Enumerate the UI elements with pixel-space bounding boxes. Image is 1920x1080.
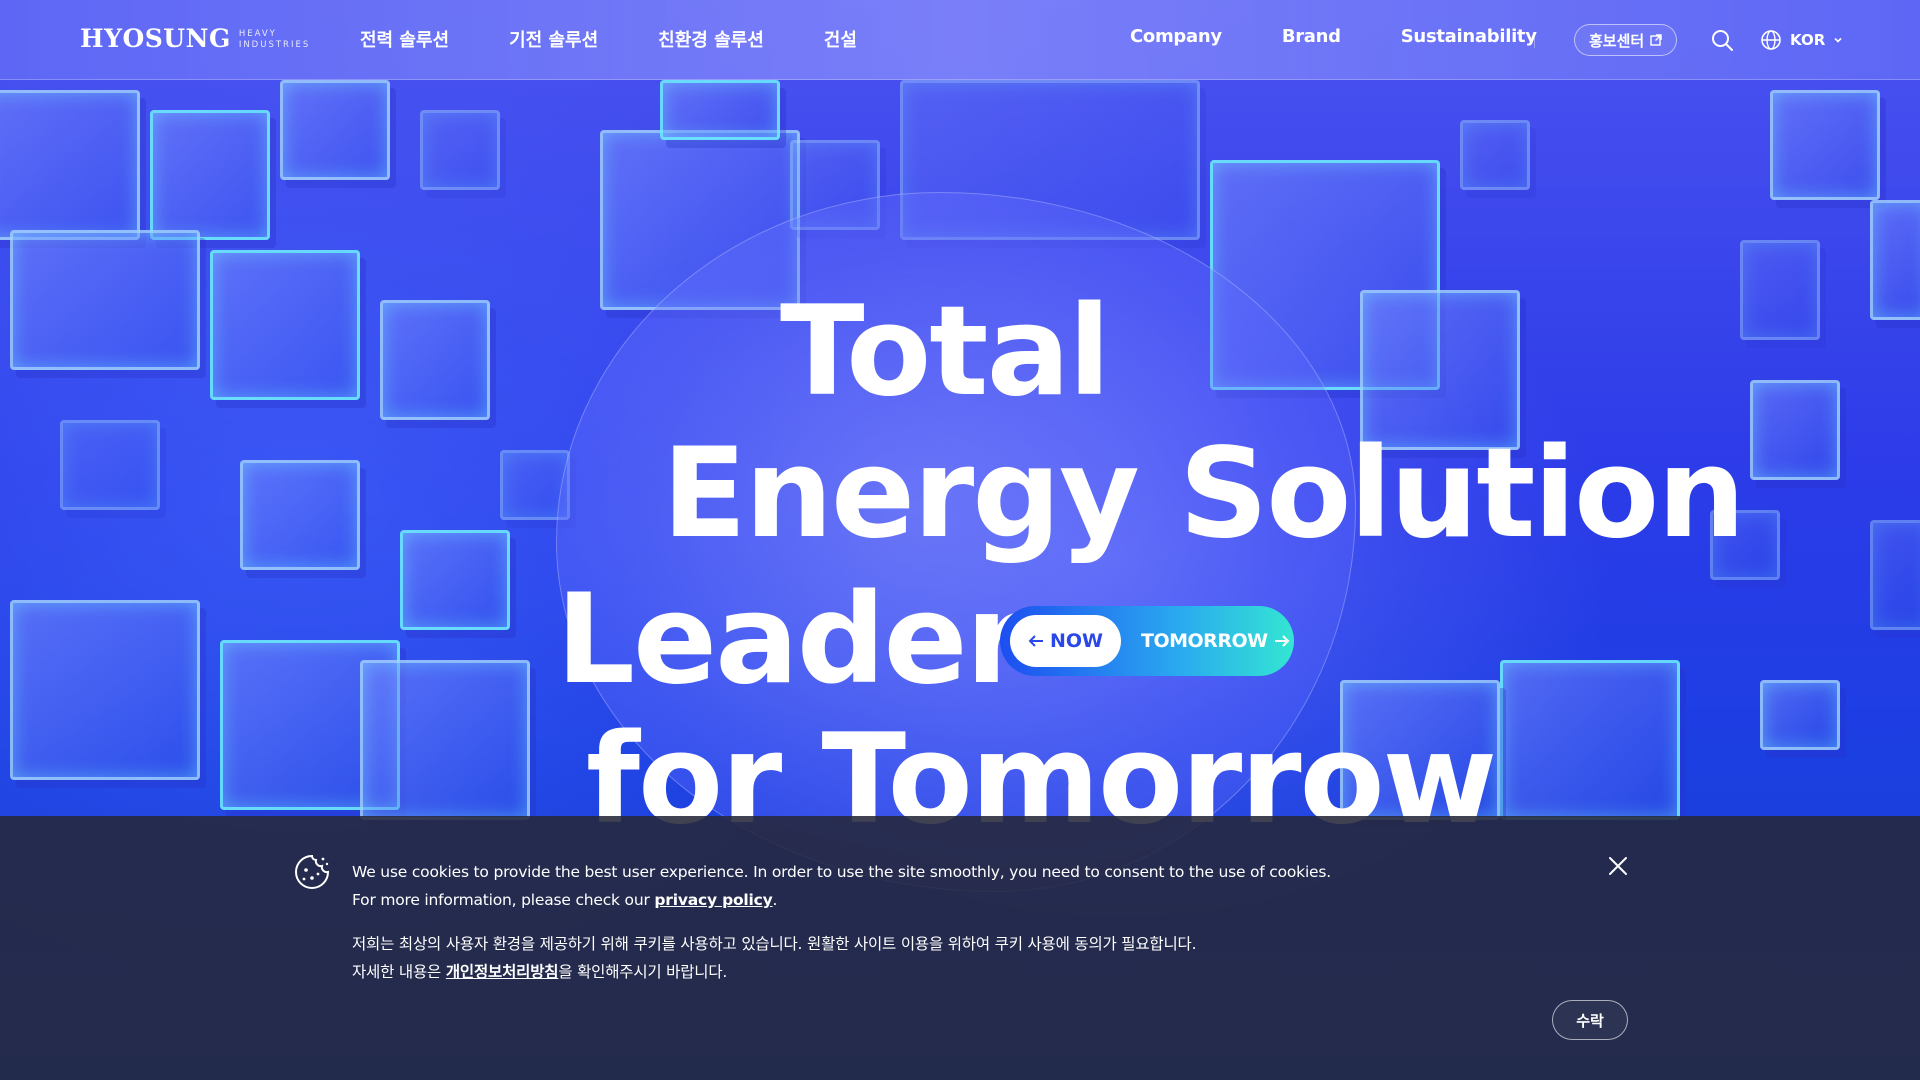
tomorrow-label: TOMORROW bbox=[1141, 630, 1268, 652]
hyosung-logo[interactable]: HYOSUNG HEAVY INDUSTRIES bbox=[80, 24, 310, 53]
logo-wordmark: HYOSUNG bbox=[80, 24, 231, 53]
glass-cube bbox=[1870, 520, 1920, 630]
glass-cube bbox=[240, 460, 360, 570]
cookie-text-ko-suffix: 을 확인해주시기 바랍니다. bbox=[558, 963, 728, 981]
glass-cube bbox=[280, 80, 390, 180]
close-icon[interactable] bbox=[1606, 854, 1630, 878]
glass-cube bbox=[0, 90, 140, 240]
glass-cube bbox=[420, 110, 500, 190]
logo-sub-line1: HEAVY bbox=[238, 29, 277, 39]
glass-cube bbox=[1770, 90, 1880, 200]
external-link-icon bbox=[1650, 34, 1662, 46]
glass-cube bbox=[1500, 660, 1680, 820]
glass-cube bbox=[1760, 680, 1840, 750]
logo-sub-line2: INDUSTRIES bbox=[238, 40, 311, 50]
hero-title-line3: Leader bbox=[556, 568, 1027, 712]
cookie-text-en-suffix: . bbox=[772, 891, 778, 909]
secondary-nav: Company Brand Sustainability bbox=[1130, 26, 1597, 47]
tomorrow-button[interactable]: TOMORROW bbox=[1141, 630, 1290, 652]
cookie-message: We use cookies to provide the best user … bbox=[352, 858, 1552, 986]
privacy-policy-link-ko[interactable]: 개인정보처리방침 bbox=[446, 963, 559, 981]
pr-center-label: 홍보센터 bbox=[1589, 31, 1645, 50]
glass-cube bbox=[400, 530, 510, 630]
nav-sustainability[interactable]: Sustainability bbox=[1401, 26, 1537, 47]
cookie-text-en-line2: For more information, please check our p… bbox=[352, 886, 1552, 914]
chevron-down-icon bbox=[1834, 37, 1842, 43]
hero-title-line1: Total bbox=[780, 280, 1111, 424]
glass-cube bbox=[1460, 120, 1530, 190]
cookie-text-en-line1: We use cookies to provide the best user … bbox=[352, 863, 1331, 881]
now-tomorrow-toggle: NOW TOMORROW bbox=[1000, 606, 1294, 676]
nav-electromechanical-solution[interactable]: 기전 솔루션 bbox=[509, 26, 598, 52]
cookie-text-ko-line1: 저희는 최상의 사용자 환경을 제공하기 위해 쿠키를 사용하고 있습니다. 원… bbox=[352, 935, 1197, 953]
arrow-right-icon bbox=[1274, 635, 1289, 647]
accept-button[interactable]: 수락 bbox=[1552, 1000, 1628, 1040]
glass-cube bbox=[380, 300, 490, 420]
glass-cube bbox=[60, 420, 160, 510]
nav-brand[interactable]: Brand bbox=[1282, 26, 1341, 47]
nav-construction[interactable]: 건설 bbox=[824, 26, 857, 52]
hero-title-line2: Energy Solution bbox=[662, 422, 1746, 566]
glass-cube bbox=[1740, 240, 1820, 340]
nav-divider bbox=[1534, 32, 1535, 48]
language-selector[interactable]: KOR bbox=[1760, 28, 1843, 52]
glass-cube bbox=[10, 600, 200, 780]
nav-company[interactable]: Company bbox=[1130, 26, 1222, 47]
language-label: KOR bbox=[1790, 31, 1826, 49]
search-icon[interactable] bbox=[1710, 28, 1734, 52]
cookie-text-ko-prefix: 자세한 내용은 bbox=[352, 963, 446, 981]
glass-cube bbox=[1750, 380, 1840, 480]
nav-eco-solution[interactable]: 친환경 솔루션 bbox=[658, 26, 764, 52]
site-header: HYOSUNG HEAVY INDUSTRIES 전력 솔루션 기전 솔루션 친… bbox=[0, 0, 1920, 80]
cookie-icon bbox=[295, 854, 330, 889]
glass-cube bbox=[150, 110, 270, 240]
glass-cube bbox=[10, 230, 200, 370]
cookie-text-en-prefix: For more information, please check our bbox=[352, 891, 655, 909]
glass-cube bbox=[210, 250, 360, 400]
now-label: NOW bbox=[1050, 630, 1104, 652]
glass-cube bbox=[1870, 200, 1920, 320]
main-nav: 전력 솔루션 기전 솔루션 친환경 솔루션 건설 bbox=[360, 26, 917, 52]
cookie-banner: We use cookies to provide the best user … bbox=[0, 816, 1920, 1080]
cookie-text-ko-line2: 자세한 내용은 개인정보처리방침을 확인해주시기 바랍니다. bbox=[352, 958, 1552, 986]
cookie-text-spacer bbox=[352, 914, 1552, 930]
pr-center-button[interactable]: 홍보센터 bbox=[1574, 24, 1678, 56]
nav-power-solution[interactable]: 전력 솔루션 bbox=[360, 26, 449, 52]
glass-cube bbox=[660, 80, 780, 140]
arrow-left-icon bbox=[1028, 635, 1043, 647]
now-button[interactable]: NOW bbox=[1010, 615, 1122, 667]
logo-subtitle: HEAVY INDUSTRIES bbox=[239, 29, 310, 51]
globe-icon bbox=[1761, 30, 1781, 50]
privacy-policy-link[interactable]: privacy policy bbox=[654, 891, 772, 909]
glass-cube bbox=[360, 660, 530, 820]
